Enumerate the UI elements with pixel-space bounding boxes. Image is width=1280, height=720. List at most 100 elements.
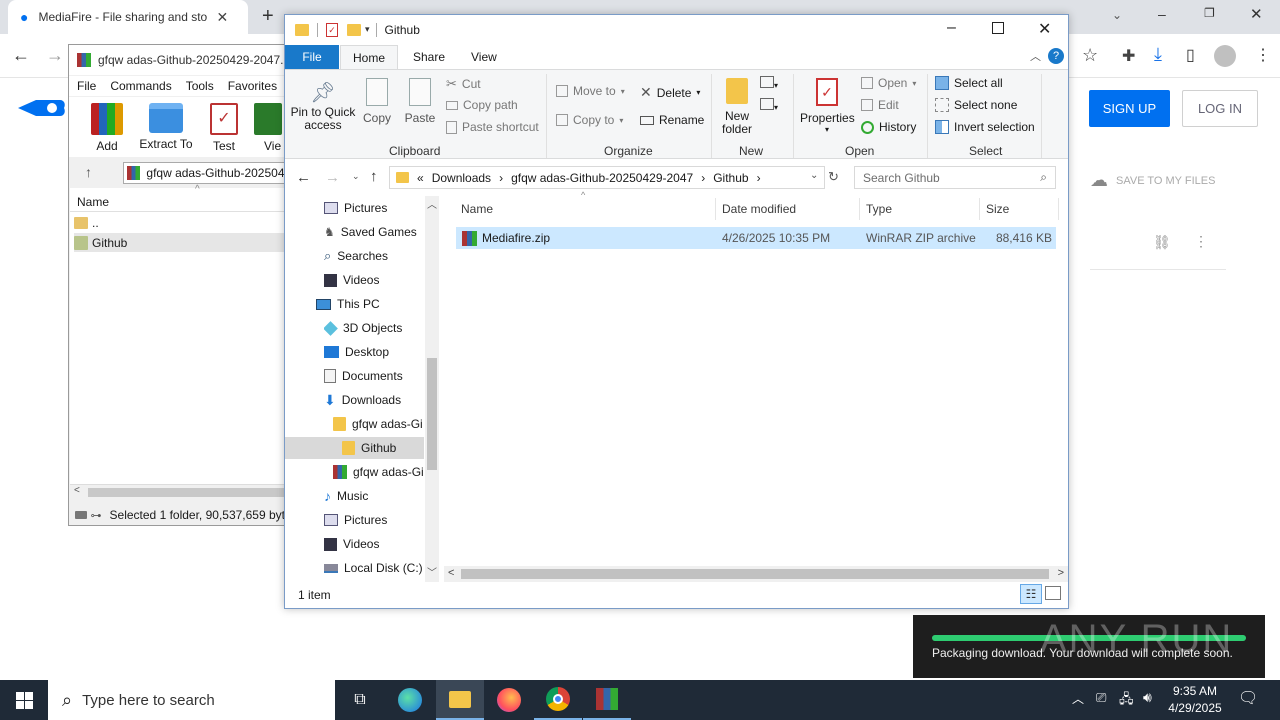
paste-shortcut-button[interactable]: Paste shortcut <box>446 120 539 134</box>
show-hidden-icons[interactable]: ︿ <box>1072 690 1084 707</box>
file-list-hscrollbar[interactable]: < > <box>444 566 1068 582</box>
nav-item-documents[interactable]: Documents <box>324 365 403 387</box>
menu-kebab-icon[interactable]: ⋮ <box>1255 45 1271 65</box>
file-explorer-taskbar-button[interactable] <box>436 680 484 720</box>
explorer-maximize-icon[interactable] <box>992 22 1004 34</box>
scroll-right-icon[interactable]: > <box>1058 567 1064 579</box>
task-view-button[interactable]: ⧉ <box>336 680 384 720</box>
link-icon[interactable]: ⛓ <box>1153 234 1171 251</box>
scroll-thumb[interactable] <box>461 569 1049 579</box>
quick-access-dropdown-icon[interactable]: ▾ <box>365 24 370 35</box>
close-tab-icon[interactable]: ✕ <box>216 9 228 26</box>
winrar-menu-commands[interactable]: Commands <box>110 79 171 93</box>
minimize-icon[interactable]: – <box>1158 6 1166 22</box>
tab-view[interactable]: View <box>471 50 497 64</box>
scroll-left-icon[interactable]: < <box>448 567 454 579</box>
winrar-menu-tools[interactable]: Tools <box>186 79 214 93</box>
column-type[interactable]: Type <box>866 202 892 216</box>
details-view-button[interactable]: ☷ <box>1020 584 1042 604</box>
download-icon[interactable]: ⤓ <box>1154 44 1162 65</box>
help-icon[interactable]: ? <box>1048 48 1064 64</box>
breadcrumb-overflow[interactable]: « <box>417 171 424 185</box>
close-window-icon[interactable]: ✕ <box>1250 5 1263 23</box>
nav-item-downloads[interactable]: ⬇ Downloads <box>324 389 401 411</box>
explorer-minimize-icon[interactable]: – <box>947 19 956 37</box>
address-bar[interactable]: « Downloads › gfqw adas-Github-20250429-… <box>389 166 825 189</box>
winrar-menu-favorites[interactable]: Favorites <box>228 79 277 93</box>
delete-button[interactable]: ✕ Delete ▾ <box>640 84 700 101</box>
easy-access-button[interactable]: ▾ <box>760 98 778 113</box>
signup-button[interactable]: SIGN UP <box>1089 90 1170 127</box>
login-button[interactable]: LOG IN <box>1182 90 1258 127</box>
search-box[interactable]: Search Github ⌕ <box>854 166 1056 189</box>
properties-quick-icon[interactable]: ✓ <box>326 22 338 37</box>
file-row-mediafire-zip[interactable]: Mediafire.zip 4/26/2025 10:35 PM WinRAR … <box>456 227 1056 249</box>
scroll-thumb[interactable] <box>88 488 284 497</box>
nav-item-videos[interactable]: Videos <box>324 269 379 291</box>
firefox-taskbar-button[interactable] <box>485 680 533 720</box>
nav-item-music[interactable]: ♪ Music <box>324 485 368 507</box>
nav-item-saved-games[interactable]: ♞ Saved Games <box>324 221 417 243</box>
restore-icon[interactable]: ❐ <box>1204 6 1215 20</box>
tab-share[interactable]: Share <box>413 50 445 64</box>
edit-button[interactable]: Edit <box>861 98 899 112</box>
cut-button[interactable]: ✂ Cut <box>446 76 481 92</box>
winrar-up-icon[interactable]: ↑ <box>85 164 92 180</box>
copy-button[interactable]: Copy <box>362 78 392 125</box>
volume-icon[interactable]: 🔊︎ <box>1143 689 1152 706</box>
start-button[interactable] <box>0 680 48 720</box>
select-all-button[interactable]: Select all <box>935 76 1003 90</box>
new-tab-button[interactable]: + <box>262 5 274 28</box>
history-button[interactable]: History <box>861 120 916 134</box>
nav-forward-icon[interactable]: → <box>325 169 340 186</box>
notifications-icon[interactable]: 🗨︎ <box>1238 688 1258 708</box>
winrar-col-name[interactable]: Name <box>77 195 109 209</box>
paste-button[interactable]: Paste <box>404 78 436 125</box>
refresh-icon[interactable]: ↻ <box>828 169 839 185</box>
winrar-row-parent[interactable]: .. <box>74 213 284 233</box>
nav-item-github[interactable]: Github <box>285 437 424 459</box>
nav-item-pictures-pc[interactable]: Pictures <box>324 509 387 531</box>
network-tray-icon[interactable]: ⎚ <box>1096 690 1106 706</box>
nav-item-archive-file[interactable]: gfqw adas-Gi <box>333 461 424 483</box>
winrar-add-button[interactable]: Add <box>88 103 126 153</box>
nav-item-this-pc[interactable]: This PC <box>316 293 380 315</box>
tab-file[interactable]: File <box>285 45 339 69</box>
breadcrumb-github[interactable]: Github <box>713 171 748 185</box>
nav-up-icon[interactable]: ↑ <box>370 168 378 185</box>
tab-home[interactable]: Home <box>340 45 398 70</box>
side-panel-icon[interactable]: ▯ <box>1186 45 1195 65</box>
profile-icon[interactable] <box>1214 45 1236 67</box>
scroll-left-icon[interactable]: < <box>74 485 80 496</box>
large-icons-view-button[interactable] <box>1045 586 1061 600</box>
move-to-button[interactable]: Move to ▾ <box>556 84 625 98</box>
winrar-taskbar-button[interactable] <box>583 680 631 720</box>
copy-to-button[interactable]: Copy to ▾ <box>556 113 623 127</box>
ribbon-collapse-icon[interactable]: ︿ <box>1030 48 1041 64</box>
winrar-extract-button[interactable]: Extract To <box>138 103 194 151</box>
winrar-hscrollbar[interactable]: < <box>70 484 285 499</box>
extensions-icon[interactable]: ✚ <box>1122 46 1135 66</box>
nav-item-local-disk[interactable]: Local Disk (C:) <box>324 557 423 579</box>
new-folder-quick-icon[interactable] <box>347 23 361 36</box>
winrar-menu-file[interactable]: File <box>77 79 96 93</box>
open-button[interactable]: Open ▾ <box>861 76 916 90</box>
winrar-row-github[interactable]: Github <box>74 233 284 252</box>
new-folder-button[interactable]: New folder <box>718 78 756 136</box>
column-size[interactable]: Size <box>986 202 1009 216</box>
browser-tab[interactable]: ● MediaFire - File sharing and stor ✕ <box>8 0 248 34</box>
address-dropdown-icon[interactable]: ⌄ <box>810 170 818 181</box>
nav-back-icon[interactable]: ← <box>296 169 311 186</box>
nav-item-3d-objects[interactable]: 3D Objects <box>324 317 402 339</box>
chrome-taskbar-button[interactable] <box>534 680 582 720</box>
explorer-close-icon[interactable]: ✕ <box>1038 19 1051 39</box>
nav-pane-scrollbar[interactable]: ︿ ﹀ <box>425 196 439 582</box>
nav-item-videos-pc[interactable]: Videos <box>324 533 379 555</box>
scroll-up-icon[interactable]: ︿ <box>427 196 437 211</box>
new-item-button[interactable]: ▾ <box>760 76 778 91</box>
scroll-down-icon[interactable]: ﹀ <box>427 564 437 579</box>
pin-quick-access-button[interactable]: 📌︎ Pin to Quick access <box>290 80 356 132</box>
forward-icon[interactable]: → <box>46 45 64 66</box>
edge-taskbar-button[interactable] <box>386 680 434 720</box>
recent-locations-icon[interactable]: ⌄ <box>352 171 360 182</box>
